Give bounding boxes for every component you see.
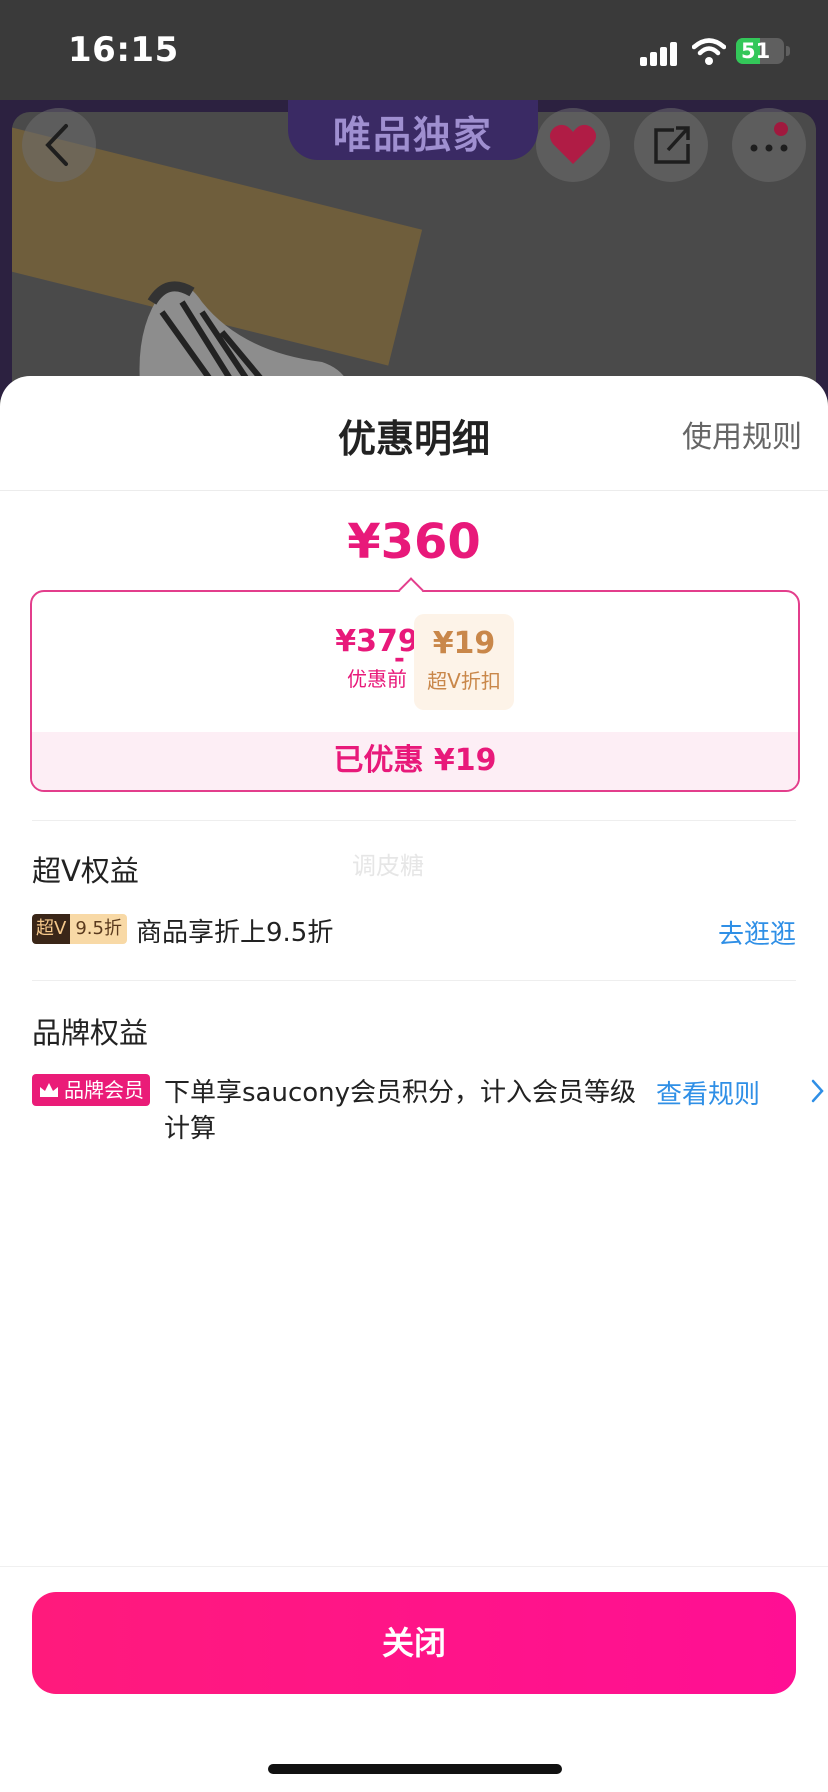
view-rules-link[interactable]: 查看规则	[656, 1074, 760, 1111]
more-button[interactable]	[732, 108, 806, 182]
price-breakdown-box: ¥379 优惠前 - ¥19 超V折扣 已优惠 ¥19	[30, 590, 800, 792]
brand-description-line2: 计算	[164, 1114, 217, 1144]
usage-rules-link[interactable]: 使用规则	[682, 412, 802, 456]
brand-description-line1: 下单享saucony会员积分，计入会员等级	[164, 1078, 637, 1108]
super-v-badge-discount: 9.5折	[70, 914, 127, 944]
home-indicator	[268, 1764, 562, 1774]
back-button[interactable]	[22, 108, 96, 182]
brand-member-badge: 品牌会员	[32, 1074, 150, 1106]
cellular-signal-icon	[640, 40, 680, 66]
super-v-section-title: 超V权益	[32, 854, 139, 888]
super-v-badge: 超V 9.5折	[32, 914, 127, 944]
heart-icon	[549, 124, 597, 164]
brand-member-badge-label: 品牌会员	[64, 1078, 144, 1102]
header-divider	[0, 490, 828, 491]
brand-section-title: 品牌权益	[32, 1016, 149, 1050]
notification-dot	[774, 122, 788, 136]
share-icon	[654, 126, 690, 164]
battery-level: 51	[741, 39, 771, 63]
final-price: ¥360	[347, 514, 481, 570]
section-divider	[32, 820, 796, 821]
close-button[interactable]: 关闭	[32, 1592, 796, 1694]
battery-icon: 51	[736, 38, 784, 64]
battery-cap	[786, 46, 790, 56]
section-divider	[32, 980, 796, 981]
brand-exclusive-label: 唯品独家	[332, 113, 493, 157]
status-time: 16:15	[68, 30, 179, 70]
watermark: 调皮糖	[352, 852, 424, 880]
footer-divider	[0, 1566, 828, 1567]
saved-amount-bar: 已优惠 ¥19	[32, 732, 798, 790]
discount-amount: ¥19	[432, 626, 496, 661]
chevron-right-icon[interactable]	[810, 1078, 826, 1104]
browse-link[interactable]: 去逛逛	[718, 914, 796, 951]
back-icon	[45, 124, 68, 166]
super-v-badge-label: 超V	[32, 914, 71, 944]
discount-label: 超V折扣	[427, 669, 501, 693]
crown-icon	[40, 1083, 58, 1097]
favorite-button[interactable]	[536, 108, 610, 182]
share-button[interactable]	[634, 108, 708, 182]
super-v-description: 商品享折上9.5折	[136, 918, 334, 948]
status-bar: 16:15 51	[0, 0, 828, 100]
wifi-icon	[692, 38, 726, 65]
discount-detail-sheet: 优惠明细 使用规则 ¥360 ¥379 优惠前 - ¥19 超V折扣 已优惠 ¥…	[0, 376, 828, 1792]
discount-block: ¥19 超V折扣	[414, 614, 514, 710]
product-banner: 唯品独家	[0, 100, 828, 400]
more-icon	[750, 144, 788, 152]
minus-sign: -	[394, 644, 405, 674]
